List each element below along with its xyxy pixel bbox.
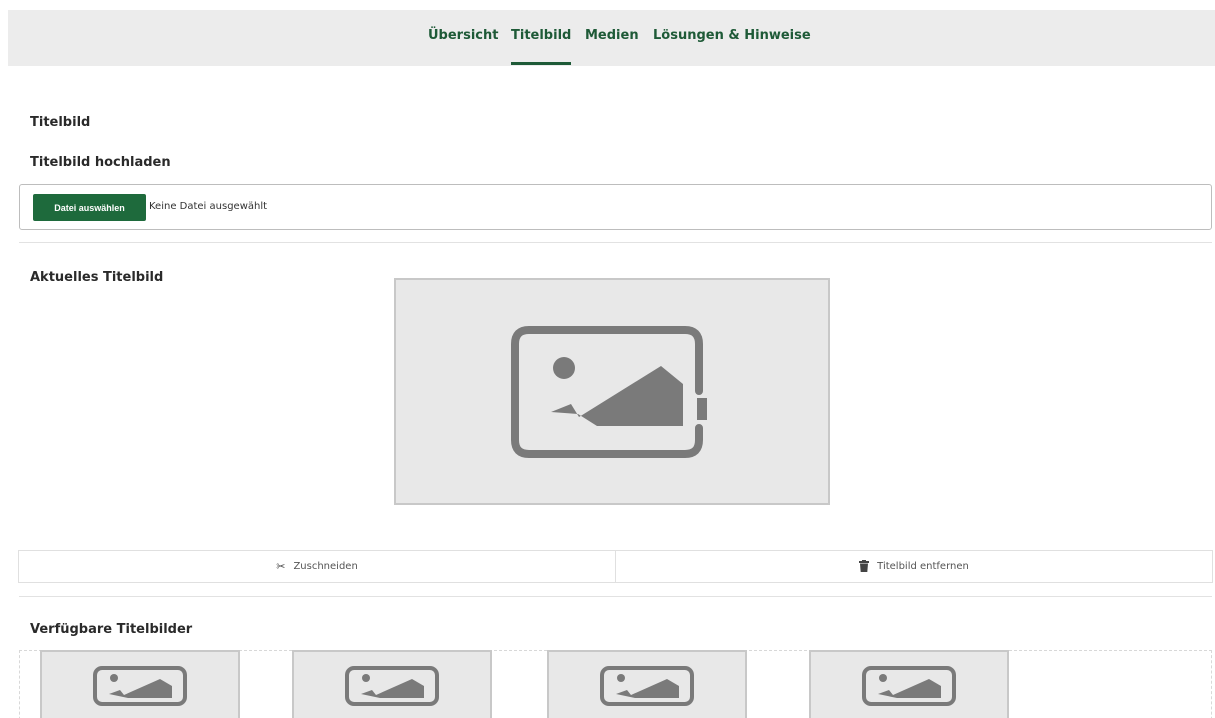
available-image-thumbnail[interactable]: [809, 650, 1009, 718]
remove-image-label: Titelbild entfernen: [877, 561, 969, 572]
available-image-thumbnail[interactable]: [292, 650, 492, 718]
image-placeholder-icon: [511, 326, 707, 458]
top-navigation: Übersicht Titelbild Medien Lösungen & Hi…: [8, 10, 1215, 66]
crop-label: Zuschneiden: [293, 561, 358, 572]
divider: [19, 596, 1212, 597]
tab-uebersicht[interactable]: Übersicht: [428, 28, 498, 43]
image-placeholder-icon: [600, 666, 694, 706]
tab-bar: Übersicht Titelbild Medien Lösungen & Hi…: [8, 10, 1215, 66]
current-image-heading: Aktuelles Titelbild: [30, 270, 164, 285]
current-title-image: [394, 278, 830, 505]
image-action-bar: ✂ Zuschneiden Titelbild entfernen: [18, 550, 1213, 583]
available-images-heading: Verfügbare Titelbilder: [30, 622, 193, 637]
tab-loesungen-hinweise[interactable]: Lösungen & Hinweise: [653, 28, 811, 43]
tab-medien[interactable]: Medien: [585, 28, 639, 43]
image-placeholder-icon: [862, 666, 956, 706]
image-placeholder-icon: [93, 666, 187, 706]
file-status-text: Keine Datei ausgewählt: [149, 201, 268, 212]
remove-image-button[interactable]: Titelbild entfernen: [615, 551, 1212, 582]
tab-titelbild[interactable]: Titelbild: [511, 28, 572, 65]
choose-file-button[interactable]: Datei auswählen: [33, 194, 146, 221]
file-upload-field: Datei auswählen Keine Datei ausgewählt: [19, 184, 1212, 230]
divider: [19, 242, 1212, 243]
crop-button[interactable]: ✂ Zuschneiden: [19, 551, 615, 582]
trash-icon: [859, 559, 870, 574]
scissors-icon: ✂: [276, 560, 286, 573]
available-image-thumbnail[interactable]: [547, 650, 747, 718]
image-placeholder-icon: [345, 666, 439, 706]
section-title: Titelbild: [30, 115, 91, 130]
upload-heading: Titelbild hochladen: [30, 155, 171, 170]
available-image-thumbnail[interactable]: [40, 650, 240, 718]
